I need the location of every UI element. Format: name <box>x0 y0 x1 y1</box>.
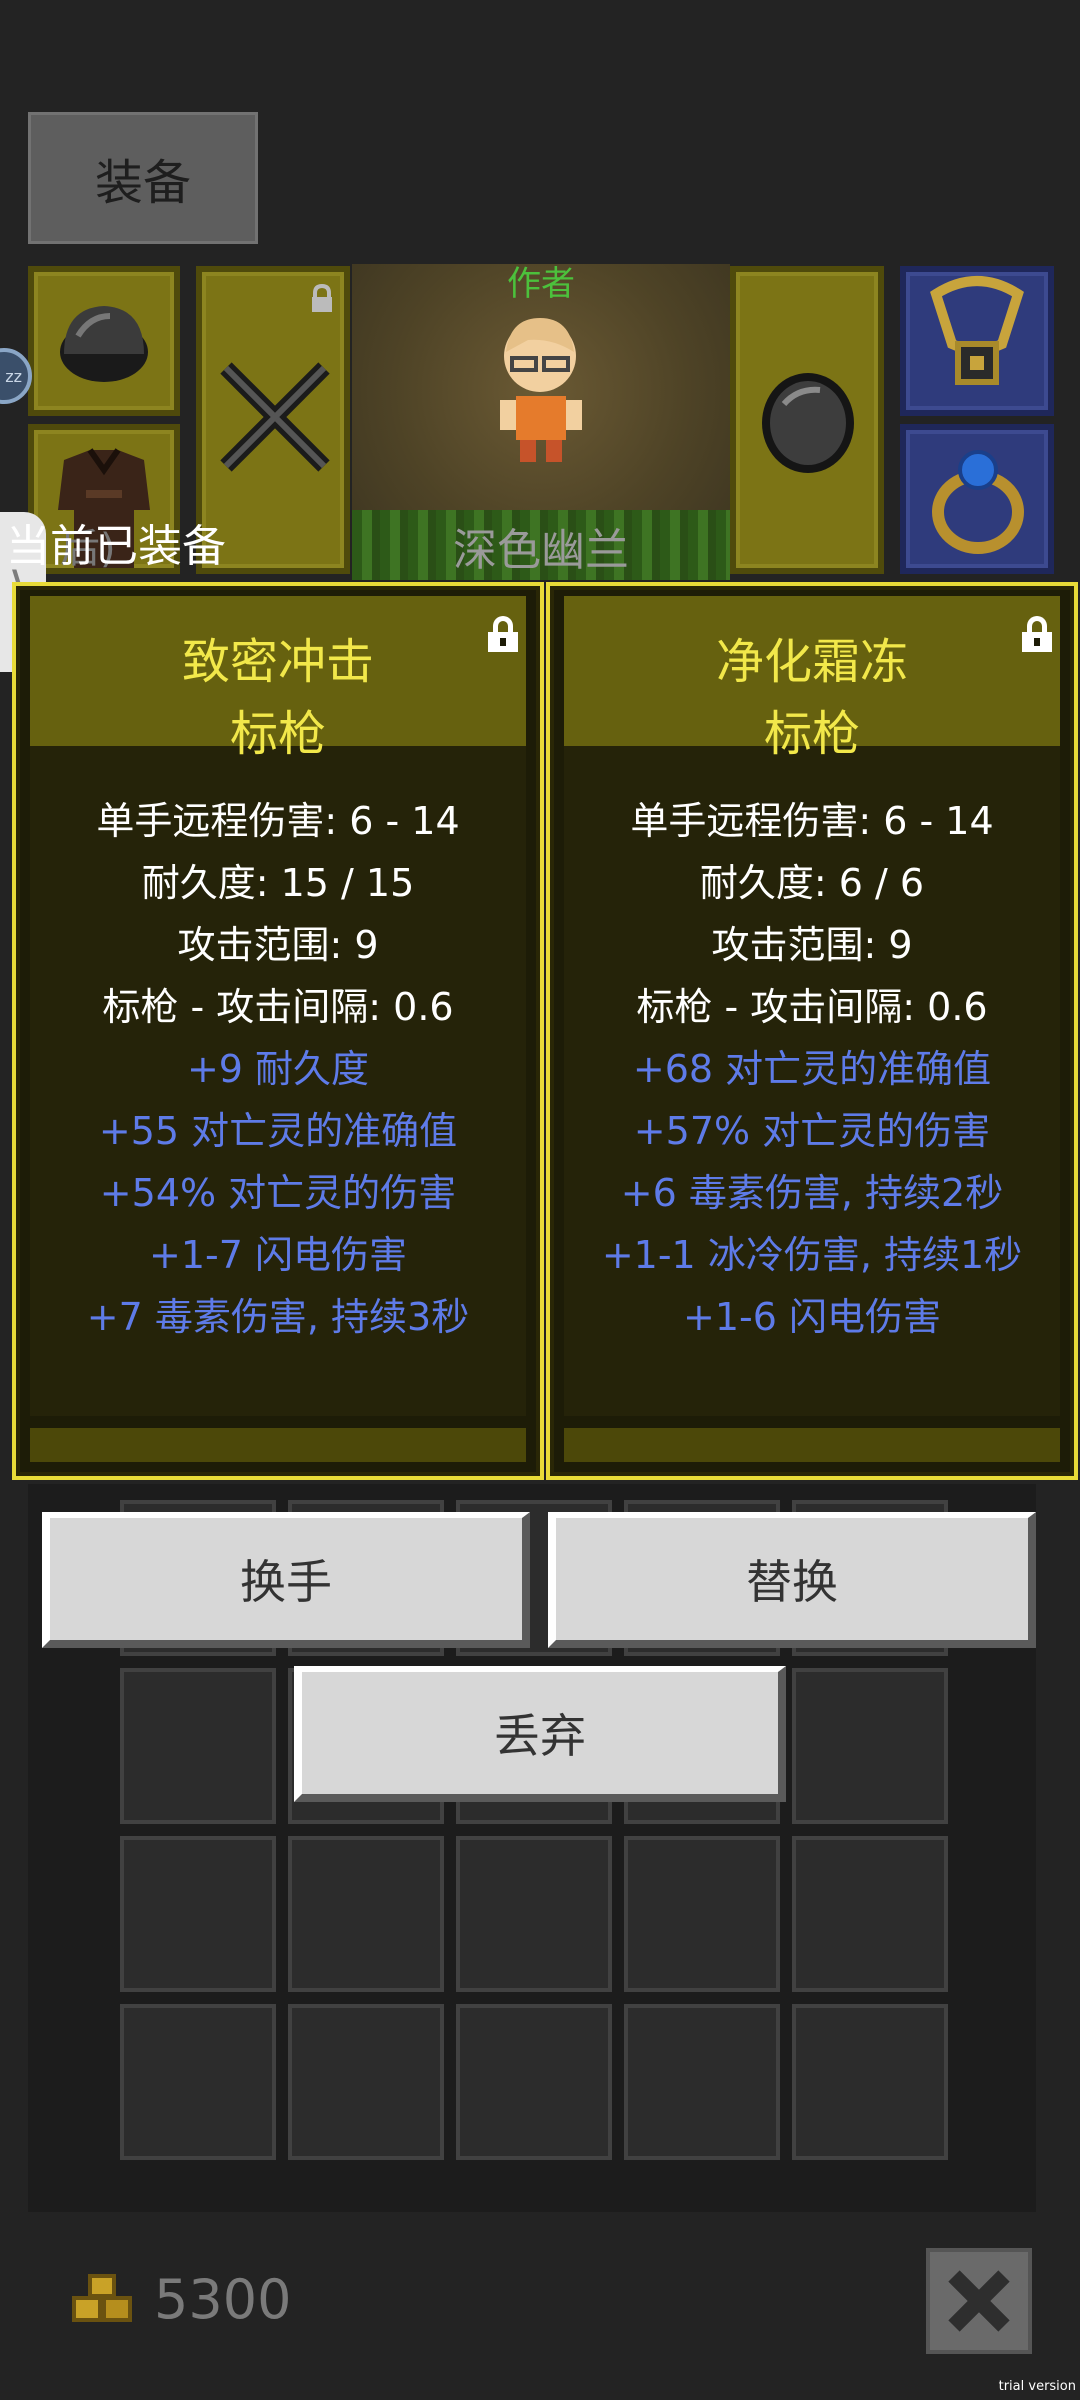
inventory-slot[interactable] <box>120 1668 276 1824</box>
ring-icon <box>932 450 1024 554</box>
stat-line: 耐久度: 6 / 6 <box>699 861 925 905</box>
character-name: 深色幽兰 <box>453 525 629 576</box>
stat-line: 单手远程伤害: 6 - 14 <box>630 799 994 843</box>
inventory-slot[interactable] <box>624 2004 780 2160</box>
affix-line: +6 毒素伤害, 持续2秒 <box>620 1171 1004 1215</box>
small-lock-icon <box>312 284 332 312</box>
affix-line: +55 对亡灵的准确值 <box>98 1109 458 1153</box>
inventory-slot[interactable] <box>792 1836 948 1992</box>
trial-watermark: trial version <box>998 2379 1076 2394</box>
amulet-slot[interactable] <box>900 266 1054 416</box>
lock-icon[interactable] <box>488 616 518 652</box>
gold-amount: 5300 <box>154 2268 292 2331</box>
affix-line: +1-1 冰冷伤害, 持续1秒 <box>601 1233 1023 1277</box>
affix-line: +54% 对亡灵的伤害 <box>99 1171 457 1215</box>
inventory-slot[interactable] <box>792 2004 948 2160</box>
inventory-slot[interactable] <box>288 2004 444 2160</box>
stat-line: 单手远程伤害: 6 - 14 <box>96 799 460 843</box>
inventory-slot[interactable] <box>456 2004 612 2160</box>
helmet-slot[interactable] <box>28 266 180 416</box>
equipped-item-card: 致密冲击 标枪 单手远程伤害: 6 - 14 耐久度: 15 / 15 攻击范围… <box>12 582 544 1480</box>
card-footer <box>564 1428 1060 1462</box>
character-sprite <box>500 318 582 462</box>
stat-line: 标枪 - 攻击间隔: 0.6 <box>636 985 988 1029</box>
card-footer <box>30 1428 526 1462</box>
item-type: 标枪 <box>229 706 326 762</box>
inventory-slot[interactable] <box>624 1836 780 1992</box>
affix-line: +57% 对亡灵的伤害 <box>633 1109 991 1153</box>
item-type: 标枪 <box>763 706 860 762</box>
discard-button[interactable]: 丢弃 <box>294 1666 786 1802</box>
gold-coins-icon <box>72 2274 132 2322</box>
inventory-slot[interactable] <box>288 1836 444 1992</box>
swap-hand-button[interactable]: 换手 <box>42 1512 530 1648</box>
affix-line: +1-6 闪电伤害 <box>683 1295 941 1339</box>
stat-line: 攻击范围: 9 <box>177 923 379 967</box>
inventory-slot[interactable] <box>120 1836 276 1992</box>
stat-line: 标枪 - 攻击间隔: 0.6 <box>102 985 454 1029</box>
amulet-icon <box>930 276 1024 385</box>
ring-slot[interactable] <box>900 424 1054 574</box>
shield-icon <box>762 373 854 473</box>
equipment-tab[interactable]: 装备 <box>28 112 258 244</box>
character-preview: 作者 深色幽兰 <box>352 264 730 580</box>
inventory-slot[interactable] <box>120 2004 276 2160</box>
stat-line: 耐久度: 15 / 15 <box>141 861 415 905</box>
close-button[interactable] <box>926 2248 1032 2354</box>
selected-item-card: 净化霜冻 标枪 单手远程伤害: 6 - 14 耐久度: 6 / 6 攻击范围: … <box>546 582 1078 1480</box>
scene-title: 作者 <box>507 264 575 304</box>
crossed-javelins-icon <box>220 362 330 472</box>
affix-line: +1-7 闪电伤害 <box>149 1233 407 1277</box>
affix-line: +9 耐久度 <box>186 1047 370 1091</box>
helmet-icon <box>60 306 148 382</box>
item-name: 致密冲击 <box>181 634 374 690</box>
affix-line: +68 对亡灵的准确值 <box>632 1047 992 1091</box>
affix-line: +7 毒素伤害, 持续3秒 <box>86 1295 470 1339</box>
inventory-slot[interactable] <box>456 1836 612 1992</box>
item-name: 净化霜冻 <box>715 634 908 690</box>
currently-equipped-label: 当前已装备 <box>6 521 226 572</box>
close-icon <box>948 2270 1010 2332</box>
offhand-slot[interactable] <box>730 266 884 574</box>
replace-button[interactable]: 替换 <box>548 1512 1036 1648</box>
lock-icon[interactable] <box>1022 616 1052 652</box>
inventory-slot[interactable] <box>792 1668 948 1824</box>
stat-line: 攻击范围: 9 <box>711 923 913 967</box>
